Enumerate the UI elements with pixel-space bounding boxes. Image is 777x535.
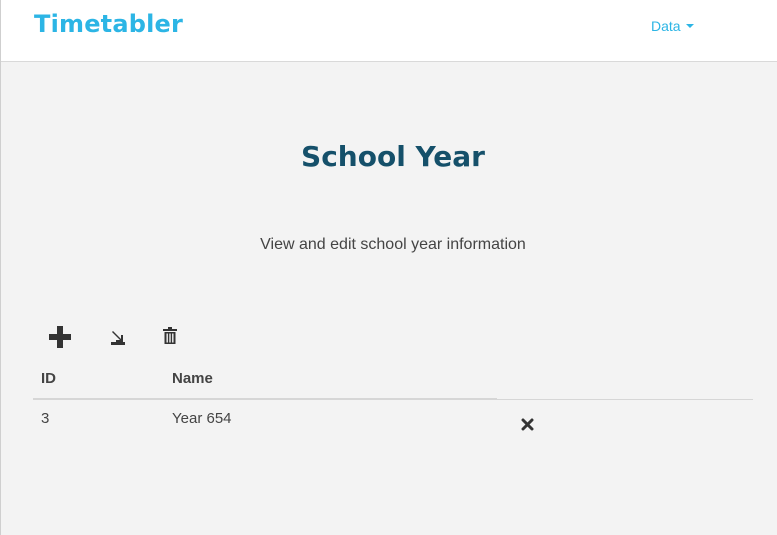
data-menu-dropdown[interactable]: Data [651, 18, 694, 34]
table-cell-id: 3 [41, 410, 50, 427]
window-left-edge [0, 0, 1, 535]
page-subtitle: View and edit school year information [260, 236, 526, 253]
add-button[interactable] [48, 325, 72, 349]
plus-icon [49, 326, 71, 348]
page-title: School Year [301, 140, 485, 173]
column-header-id[interactable]: ID [41, 370, 56, 387]
table-header-divider [33, 398, 497, 400]
delete-button[interactable] [163, 327, 177, 344]
export-button[interactable] [110, 329, 126, 345]
top-navbar: Timetabler Data [1, 0, 777, 62]
remove-row-button[interactable] [521, 418, 534, 431]
column-header-name[interactable]: Name [172, 370, 213, 387]
table-row-divider [497, 399, 753, 400]
export-icon [111, 331, 125, 345]
close-icon [521, 418, 534, 431]
brand-logo[interactable]: Timetabler [34, 10, 183, 38]
data-menu-label: Data [651, 18, 681, 34]
caret-down-icon [685, 24, 694, 28]
trash-icon [163, 327, 177, 344]
table-cell-name[interactable]: Year 654 [172, 410, 232, 427]
